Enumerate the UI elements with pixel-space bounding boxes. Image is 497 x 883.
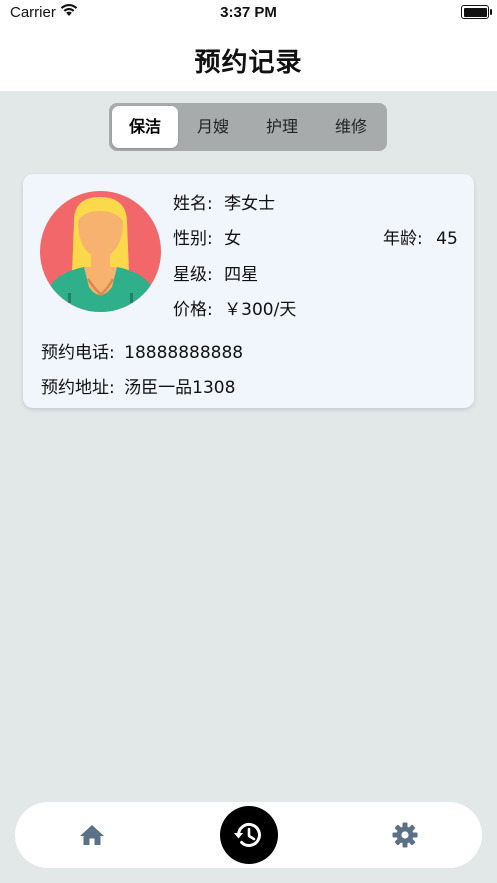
phone-label: 预约电话:	[41, 343, 115, 363]
tab-cleaning[interactable]: 保洁	[112, 106, 178, 148]
age-value: 45	[436, 229, 458, 249]
phone-row: 预约电话: 18888888888	[41, 338, 243, 363]
address-value: 汤臣一品1308	[124, 378, 236, 398]
battery-icon	[461, 5, 492, 19]
record-card[interactable]: 姓名: 李女士 性别: 女 年龄: 45 星级: 四星 价格: ￥300/天 预…	[23, 174, 474, 408]
category-segmented-control: 保洁 月嫂 护理 维修	[109, 103, 387, 151]
age-row: 年龄: 45	[383, 224, 458, 249]
history-button[interactable]	[220, 806, 278, 864]
gender-row: 性别: 女	[173, 224, 241, 249]
history-icon	[234, 822, 261, 847]
status-bar: Carrier 3:37 PM	[0, 0, 497, 26]
tab-nursing[interactable]: 护理	[249, 106, 315, 148]
gender-value: 女	[224, 229, 242, 249]
age-label: 年龄:	[383, 229, 423, 249]
gender-label: 性别:	[173, 229, 213, 249]
home-icon[interactable]	[79, 824, 105, 850]
price-row: 价格: ￥300/天	[173, 295, 296, 320]
phone-value: 18888888888	[124, 343, 244, 363]
level-row: 星级: 四星	[173, 260, 258, 285]
address-label: 预约地址:	[41, 378, 115, 398]
clock: 3:37 PM	[220, 4, 277, 21]
tab-maternity[interactable]: 月嫂	[180, 106, 246, 148]
page-title: 预约记录	[194, 48, 303, 78]
gear-icon[interactable]	[392, 822, 418, 852]
address-row: 预约地址: 汤臣一品1308	[41, 373, 235, 398]
level-value: 四星	[224, 265, 259, 285]
name-label: 姓名:	[173, 194, 213, 214]
nav-bar: 预约记录	[0, 26, 497, 91]
level-label: 星级:	[173, 265, 213, 285]
avatar	[40, 191, 161, 312]
name-row: 姓名: 李女士	[173, 189, 275, 214]
name-value: 李女士	[224, 194, 276, 214]
bottom-tab-bar	[15, 802, 482, 868]
price-label: 价格:	[173, 300, 213, 320]
price-value: ￥300/天	[224, 300, 297, 320]
tab-repair[interactable]: 维修	[318, 106, 384, 148]
